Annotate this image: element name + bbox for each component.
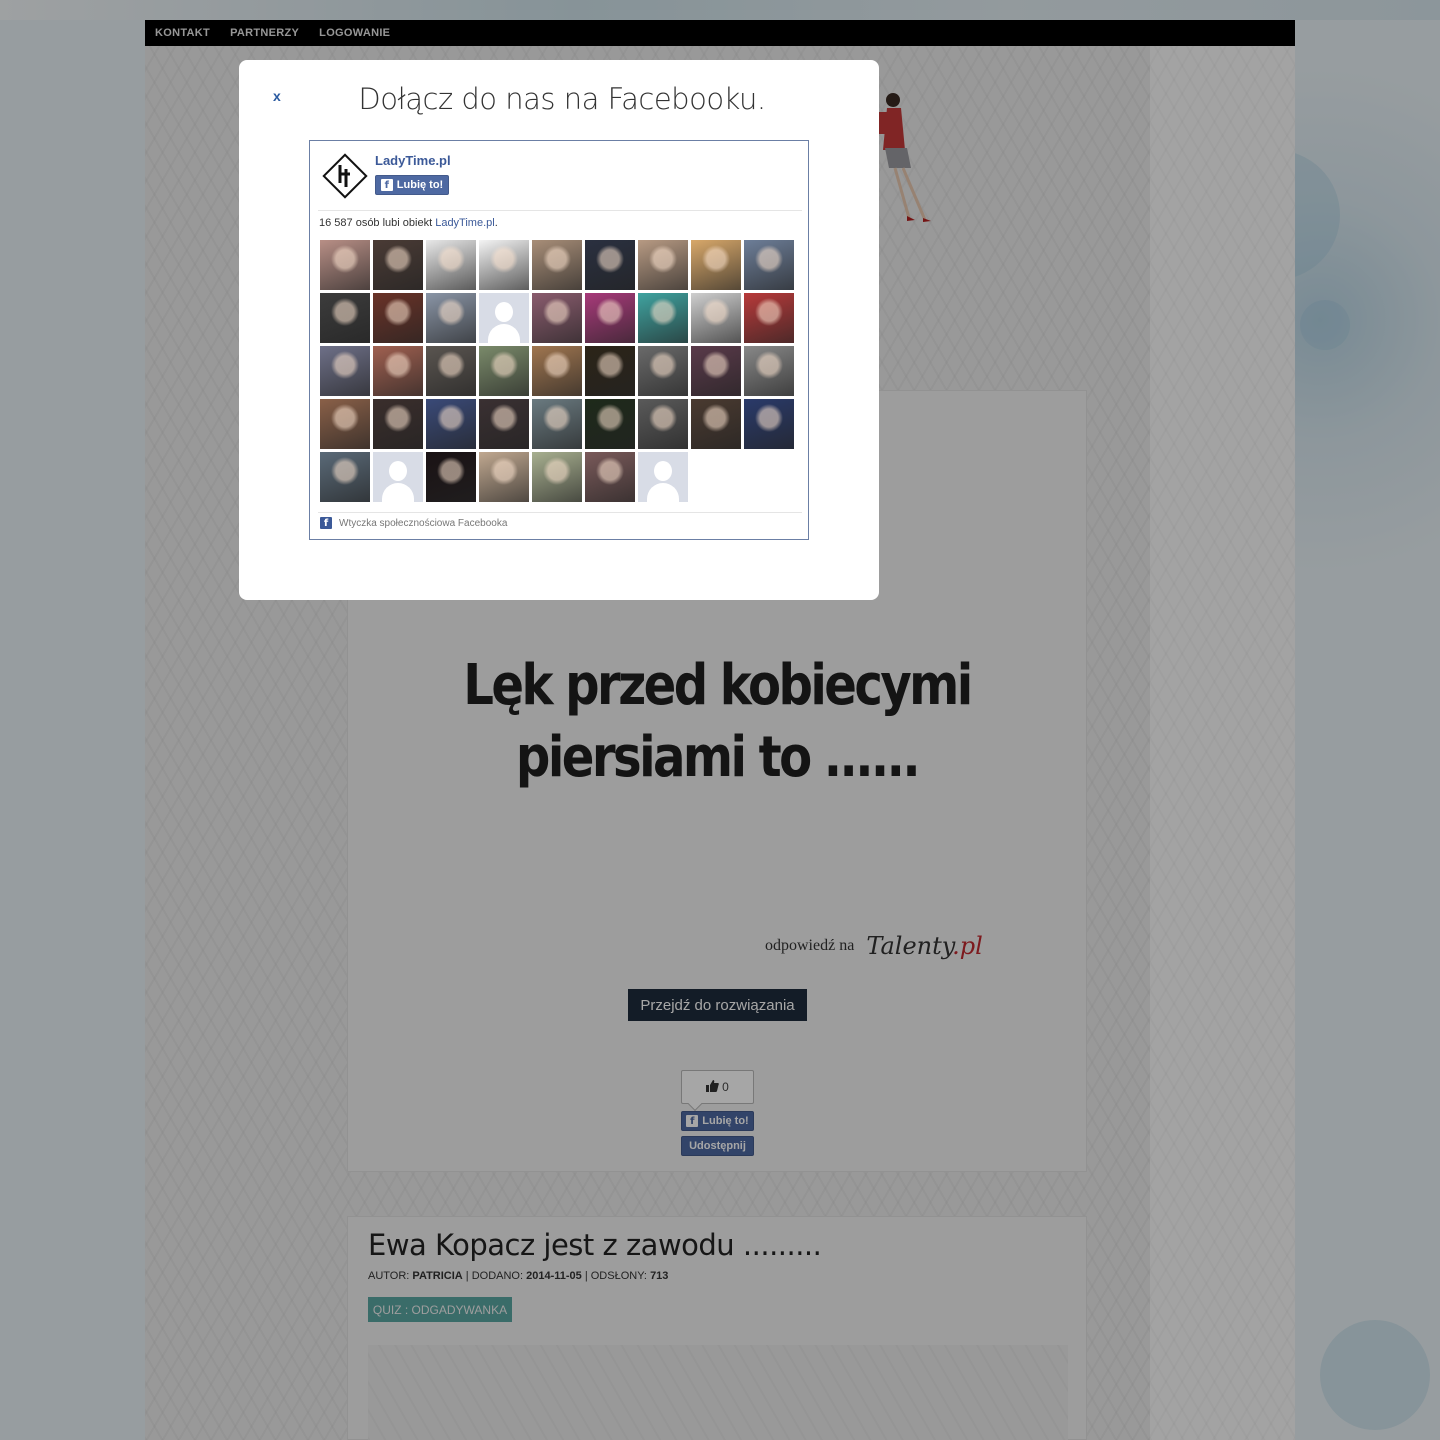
fan-avatar[interactable] [426, 399, 476, 449]
fan-avatar[interactable] [373, 240, 423, 290]
fan-avatar[interactable] [585, 240, 635, 290]
fan-avatar[interactable] [691, 240, 741, 290]
fan-avatar[interactable] [320, 240, 370, 290]
fb-page-like-label: Lubię to! [396, 179, 444, 191]
facebook-icon: f [380, 179, 393, 191]
fan-avatar[interactable] [585, 452, 635, 502]
fan-avatar[interactable] [320, 452, 370, 502]
fan-avatar[interactable] [532, 452, 582, 502]
fan-avatar[interactable] [426, 452, 476, 502]
facebook-page-plugin: LadyTime.pl f Lubię to! 16 587 osób lubi… [309, 140, 809, 540]
fb-plugin-footer-text: Wtyczka społecznościowa Facebooka [339, 517, 508, 529]
fan-avatar[interactable] [426, 293, 476, 343]
facebook-modal: x Dołącz do nas na Facebooku. LadyTime.p… [239, 60, 879, 600]
fan-avatar[interactable] [744, 293, 794, 343]
fan-avatar[interactable] [426, 346, 476, 396]
fan-avatar[interactable] [585, 399, 635, 449]
fan-avatar[interactable] [373, 452, 423, 502]
fan-avatar[interactable] [691, 346, 741, 396]
fan-avatar[interactable] [585, 346, 635, 396]
fan-avatar[interactable] [479, 346, 529, 396]
fan-avatar[interactable] [638, 346, 688, 396]
fan-avatar[interactable] [638, 452, 688, 502]
ladytime-logo[interactable] [322, 153, 368, 199]
fan-avatar[interactable] [744, 240, 794, 290]
fan-avatar[interactable] [479, 293, 529, 343]
fan-avatar[interactable] [320, 346, 370, 396]
divider [318, 512, 802, 513]
fan-avatar[interactable] [744, 399, 794, 449]
fan-avatar[interactable] [691, 293, 741, 343]
fan-avatar[interactable] [638, 240, 688, 290]
fan-avatar[interactable] [744, 346, 794, 396]
fan-avatar[interactable] [638, 293, 688, 343]
fan-avatar[interactable] [373, 399, 423, 449]
fan-avatar[interactable] [638, 399, 688, 449]
fb-page-name[interactable]: LadyTime.pl [375, 153, 451, 168]
fan-avatar[interactable] [532, 399, 582, 449]
fan-avatar[interactable] [479, 399, 529, 449]
fan-avatars-grid [320, 240, 800, 502]
fan-avatar[interactable] [373, 346, 423, 396]
fan-avatar[interactable] [426, 240, 476, 290]
fan-avatar[interactable] [532, 240, 582, 290]
fan-avatar[interactable] [532, 346, 582, 396]
fan-avatar[interactable] [373, 293, 423, 343]
fan-avatar[interactable] [691, 399, 741, 449]
modal-title: Dołącz do nas na Facebooku. [358, 82, 766, 116]
fan-avatar[interactable] [532, 293, 582, 343]
fb-count-page-link[interactable]: LadyTime.pl [435, 217, 495, 229]
divider [318, 210, 802, 211]
fan-avatar[interactable] [479, 452, 529, 502]
facebook-icon: f [320, 517, 332, 529]
fan-avatar[interactable] [320, 399, 370, 449]
fb-likes-count: 16 587 osób lubi obiekt LadyTime.pl. [319, 217, 498, 229]
fan-avatar[interactable] [479, 240, 529, 290]
fan-avatar[interactable] [585, 293, 635, 343]
fb-plugin-footer[interactable]: f Wtyczka społecznościowa Facebooka [320, 517, 507, 529]
fb-page-like-button[interactable]: f Lubię to! [375, 175, 449, 195]
fan-avatar[interactable] [320, 293, 370, 343]
